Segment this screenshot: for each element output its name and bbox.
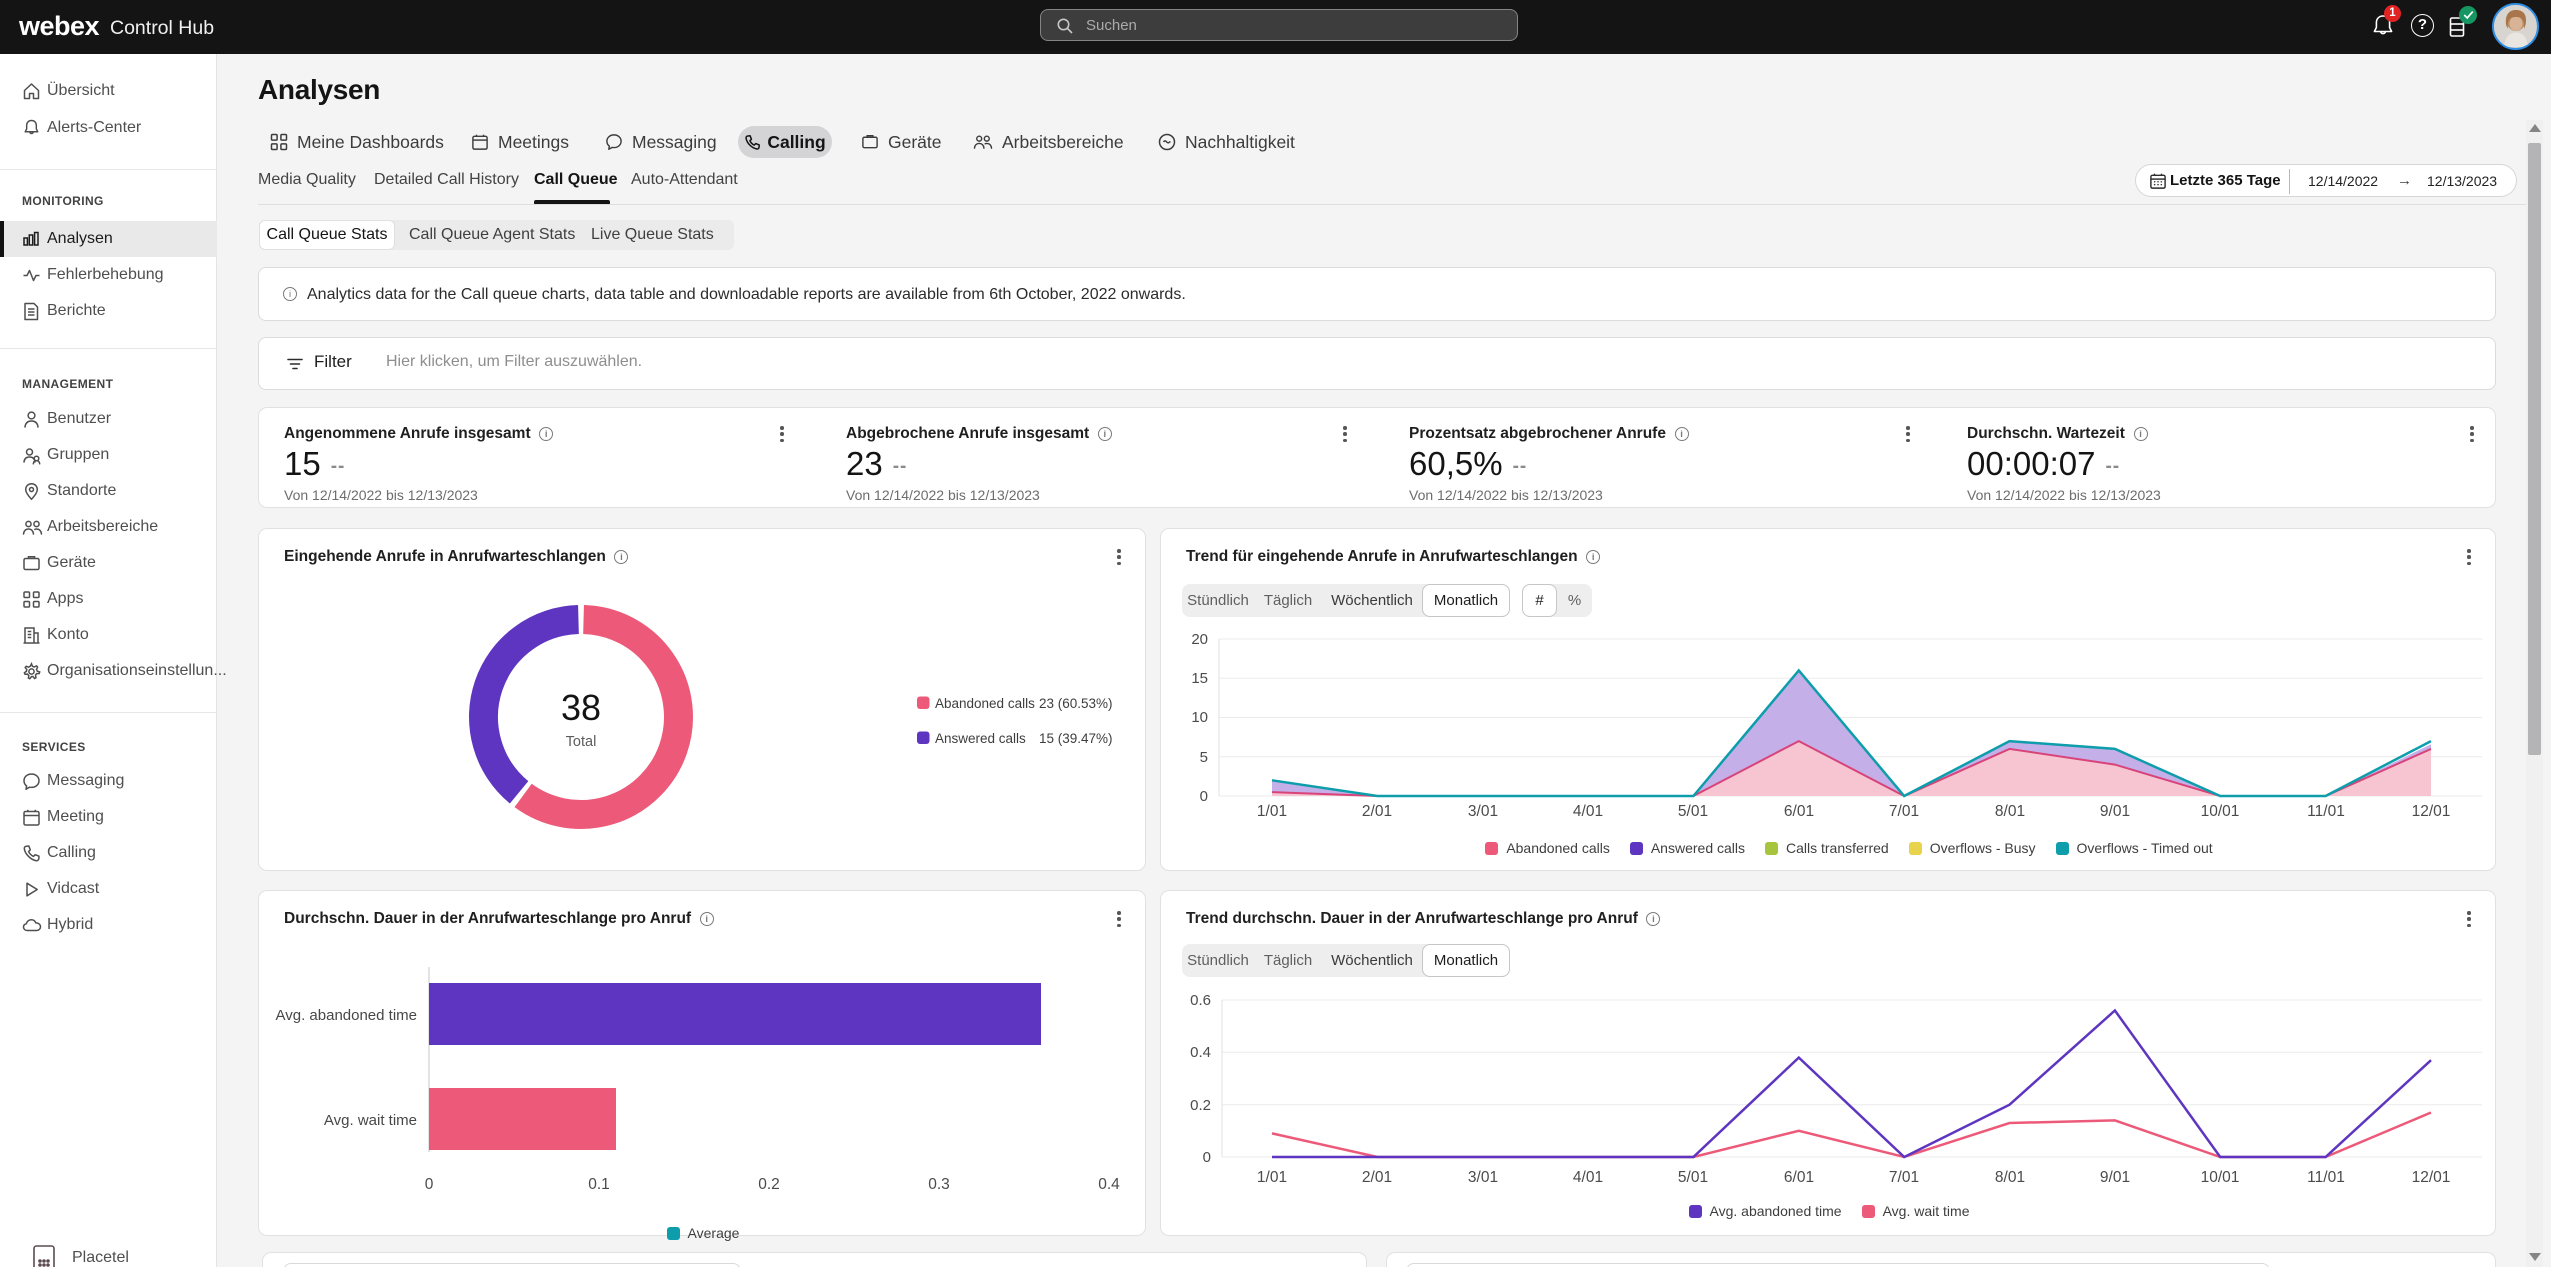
svg-text:5/01: 5/01: [1678, 1169, 1708, 1186]
svg-text:Answered calls: Answered calls: [935, 731, 1026, 746]
svg-text:4/01: 4/01: [1573, 1169, 1603, 1186]
svg-text:2/01: 2/01: [1362, 803, 1392, 820]
svg-text:38: 38: [561, 687, 601, 728]
svg-text:10/01: 10/01: [2201, 803, 2240, 820]
svg-text:8/01: 8/01: [1995, 803, 2025, 820]
svg-text:9/01: 9/01: [2100, 1169, 2130, 1186]
svg-text:10: 10: [1191, 709, 1208, 726]
svg-text:5/01: 5/01: [1678, 803, 1708, 820]
svg-text:0: 0: [1200, 788, 1208, 805]
svg-text:23 (60.53%): 23 (60.53%): [1039, 696, 1113, 711]
svg-text:7/01: 7/01: [1889, 803, 1919, 820]
svg-text:Avg. wait time: Avg. wait time: [324, 1112, 417, 1129]
svg-text:0.3: 0.3: [928, 1176, 950, 1193]
svg-text:6/01: 6/01: [1784, 1169, 1814, 1186]
svg-text:7/01: 7/01: [1889, 1169, 1919, 1186]
svg-text:11/01: 11/01: [2307, 1169, 2345, 1186]
svg-text:0: 0: [425, 1176, 434, 1193]
svg-text:0: 0: [1203, 1149, 1211, 1166]
svg-text:12/01: 12/01: [2412, 1169, 2451, 1186]
svg-text:Total: Total: [566, 734, 597, 750]
svg-text:Abandoned calls: Abandoned calls: [935, 696, 1035, 711]
svg-text:1/01: 1/01: [1257, 1169, 1287, 1186]
svg-text:4/01: 4/01: [1573, 803, 1603, 820]
svg-text:15 (39.47%): 15 (39.47%): [1039, 731, 1113, 746]
svg-text:6/01: 6/01: [1784, 803, 1814, 820]
svg-text:2/01: 2/01: [1362, 1169, 1392, 1186]
svg-text:0.2: 0.2: [1190, 1097, 1211, 1114]
svg-text:9/01: 9/01: [2100, 803, 2130, 820]
svg-text:20: 20: [1191, 631, 1208, 648]
svg-text:11/01: 11/01: [2307, 803, 2345, 820]
svg-text:10/01: 10/01: [2201, 1169, 2240, 1186]
svg-text:0.2: 0.2: [758, 1176, 780, 1193]
svg-text:0.6: 0.6: [1190, 992, 1211, 1009]
svg-text:3/01: 3/01: [1468, 803, 1498, 820]
svg-text:15: 15: [1191, 670, 1208, 687]
svg-text:0.1: 0.1: [588, 1176, 610, 1193]
svg-text:1/01: 1/01: [1257, 803, 1287, 820]
svg-text:3/01: 3/01: [1468, 1169, 1498, 1186]
svg-text:Avg. abandoned time: Avg. abandoned time: [276, 1007, 418, 1024]
svg-text:5: 5: [1200, 749, 1208, 766]
svg-text:0.4: 0.4: [1190, 1044, 1211, 1061]
svg-text:8/01: 8/01: [1995, 1169, 2025, 1186]
svg-text:0.4: 0.4: [1098, 1176, 1120, 1193]
svg-text:12/01: 12/01: [2412, 803, 2451, 820]
